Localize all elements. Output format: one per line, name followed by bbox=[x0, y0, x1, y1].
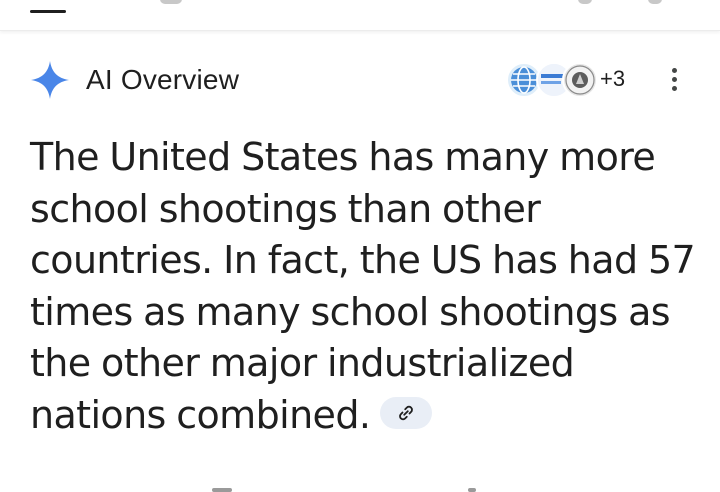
ai-overview-title: AI Overview bbox=[86, 64, 240, 95]
ai-overview-body: The United States has many more school s… bbox=[30, 132, 702, 441]
top-tab-strip bbox=[0, 0, 720, 31]
tab-fragment bbox=[648, 0, 662, 4]
ai-overview-page: AI Overview +3 The United States has man… bbox=[0, 0, 720, 492]
source-avatars[interactable]: +3 bbox=[506, 58, 656, 102]
tab-fragment bbox=[578, 0, 592, 4]
menu-bar-icon[interactable] bbox=[30, 10, 66, 13]
more-vert-icon[interactable] bbox=[670, 68, 680, 96]
seal-icon bbox=[565, 65, 595, 95]
tab-fragment bbox=[160, 0, 182, 4]
source-avatar[interactable] bbox=[562, 62, 598, 98]
more-sources-count[interactable]: +3 bbox=[600, 64, 625, 94]
source-link-button[interactable] bbox=[380, 397, 433, 429]
bottom-fragment bbox=[212, 488, 476, 492]
ai-overview-header: AI Overview +3 bbox=[30, 58, 690, 102]
gemini-sparkle-icon bbox=[31, 61, 69, 99]
link-icon bbox=[399, 405, 414, 421]
overview-text: The United States has many more school s… bbox=[30, 135, 696, 437]
